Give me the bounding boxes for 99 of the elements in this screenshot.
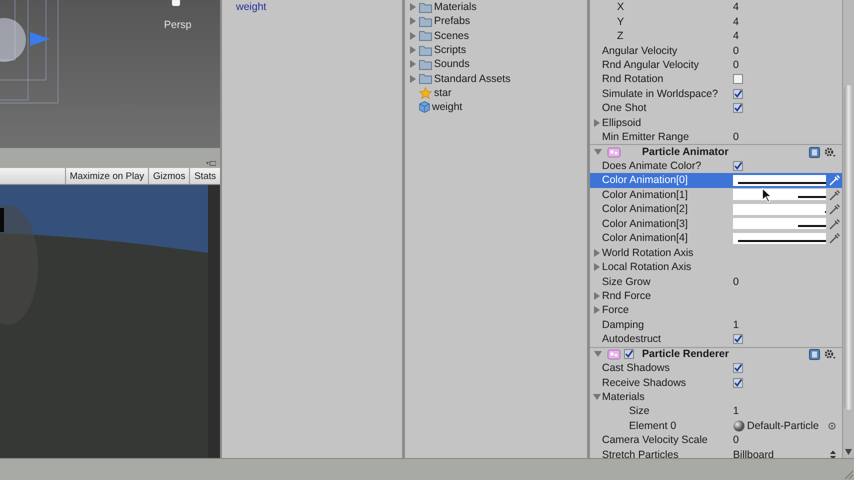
property-label: Camera Velocity Scale [602,434,709,446]
property-value: 4 [733,16,739,28]
dropdown-value[interactable]: Billboard [733,448,774,458]
property-value: 0 [733,58,739,71]
property-label: Receive Shadows [602,376,688,389]
color-gradient-field[interactable] [733,204,826,215]
sphere-icon [733,420,745,432]
property-label: Min Emitter Range [602,131,690,144]
folder-icon [419,30,432,42]
property-label: Rnd Angular Velocity [602,58,700,71]
panel-menu-icon[interactable] [206,161,216,166]
project-item[interactable]: Materials [434,1,477,14]
foldout-label[interactable]: Local Rotation Axis [602,261,692,274]
camera-mode-label[interactable]: Persp [164,19,192,31]
toolbar-button[interactable]: Gizmos [148,168,190,184]
mouse-cursor-icon [762,188,772,203]
property-value: 0 [733,131,739,144]
help-book-icon[interactable] [809,146,820,158]
foldout-label[interactable]: Materials [602,391,645,404]
property-label: X [617,1,626,14]
property-value: 0 [733,44,739,57]
checkbox[interactable] [733,161,743,172]
property-label: Color Animation[3] [602,218,689,230]
particle-component-icon [607,146,621,158]
help-book-icon[interactable] [809,348,820,360]
cube-icon [419,101,430,114]
property-label: Y [617,16,626,28]
property-label: One Shot [602,102,648,114]
project-item[interactable]: weight [432,101,462,114]
property-value: 1 [733,318,739,331]
folder-icon [419,73,432,84]
project-item[interactable]: Scripts [434,44,466,56]
project-item[interactable]: Scenes [434,30,470,42]
foldout-label[interactable]: Rnd Force [602,290,652,302]
star-icon [419,86,432,99]
component-title: Particle Animator [642,146,729,158]
resize-grip-icon[interactable] [842,468,854,480]
collapsed-arrow-icon[interactable] [593,118,601,127]
color-gradient-field[interactable] [733,174,826,186]
property-value: 0 [733,434,739,446]
object-picker-icon[interactable] [828,422,836,430]
project-item[interactable]: Prefabs [434,15,470,28]
foldout-label[interactable]: World Rotation Axis [602,246,694,259]
property-label: Does Animate Color? [602,160,702,172]
checkbox[interactable] [624,349,634,360]
settings-icon[interactable] [824,348,836,360]
project-item[interactable]: Standard Assets [434,72,510,85]
property-label: Z [617,30,624,42]
hierarchy-item[interactable]: weight [236,1,266,13]
property-label: Size Grow [602,276,652,288]
folder-icon [419,2,432,13]
folder-icon [419,58,432,70]
object-field-value[interactable]: Default-Particle [747,420,819,432]
settings-icon[interactable] [824,146,836,158]
property-label: Color Animation[2] [602,203,689,216]
property-label: Cast Shadows [602,362,671,374]
property-label: Element 0 [629,420,678,432]
expanded-arrow-icon[interactable] [594,148,602,156]
property-value: 0 [733,276,739,288]
folder-icon [419,44,432,56]
property-value: 1 [733,405,739,418]
foldout-label[interactable]: Force [602,304,629,316]
checkbox[interactable] [733,74,743,84]
property-value: 4 [733,1,739,14]
particle-component-icon [607,348,621,360]
color-gradient-field[interactable] [733,218,826,230]
project-item[interactable]: star [434,86,452,99]
foldout-label[interactable]: Ellipsoid [602,116,642,129]
eyedropper-icon[interactable] [829,203,841,216]
property-label: Damping [602,318,646,331]
eyedropper-icon[interactable] [829,232,841,244]
checkbox[interactable] [733,363,743,374]
checkbox[interactable] [733,88,743,99]
project-item[interactable]: Sounds [434,58,470,70]
toolbar-button[interactable]: Maximize on Play [64,168,148,184]
component-title: Particle Renderer [642,348,729,360]
property-value: 4 [733,30,739,42]
property-label: Simulate in Worldspace? [602,88,719,100]
property-label: Rnd Rotation [602,73,664,86]
property-label: Color Animation[4] [602,232,689,244]
eyedropper-icon[interactable] [829,218,841,230]
checkbox[interactable] [733,334,743,344]
checkbox[interactable] [733,103,743,114]
eyedropper-icon[interactable] [829,188,841,201]
folder-icon [419,16,432,27]
scroll-down-icon[interactable] [845,449,852,455]
color-gradient-field[interactable] [733,189,826,200]
property-label: Stretch Particles [602,448,680,458]
checkbox[interactable] [733,378,743,388]
scrollbar-thumb[interactable] [844,85,853,410]
property-label: Autodestruct [602,333,662,346]
property-label: Color Animation[0] [602,174,689,186]
up-down-arrows-icon[interactable] [830,450,836,458]
property-label: Color Animation[1] [602,188,689,201]
expanded-arrow-icon[interactable] [594,350,602,358]
property-label: Angular Velocity [602,44,678,57]
property-label: Size [629,405,650,418]
expanded-arrow-icon[interactable] [593,393,601,402]
color-gradient-field[interactable] [733,232,826,244]
